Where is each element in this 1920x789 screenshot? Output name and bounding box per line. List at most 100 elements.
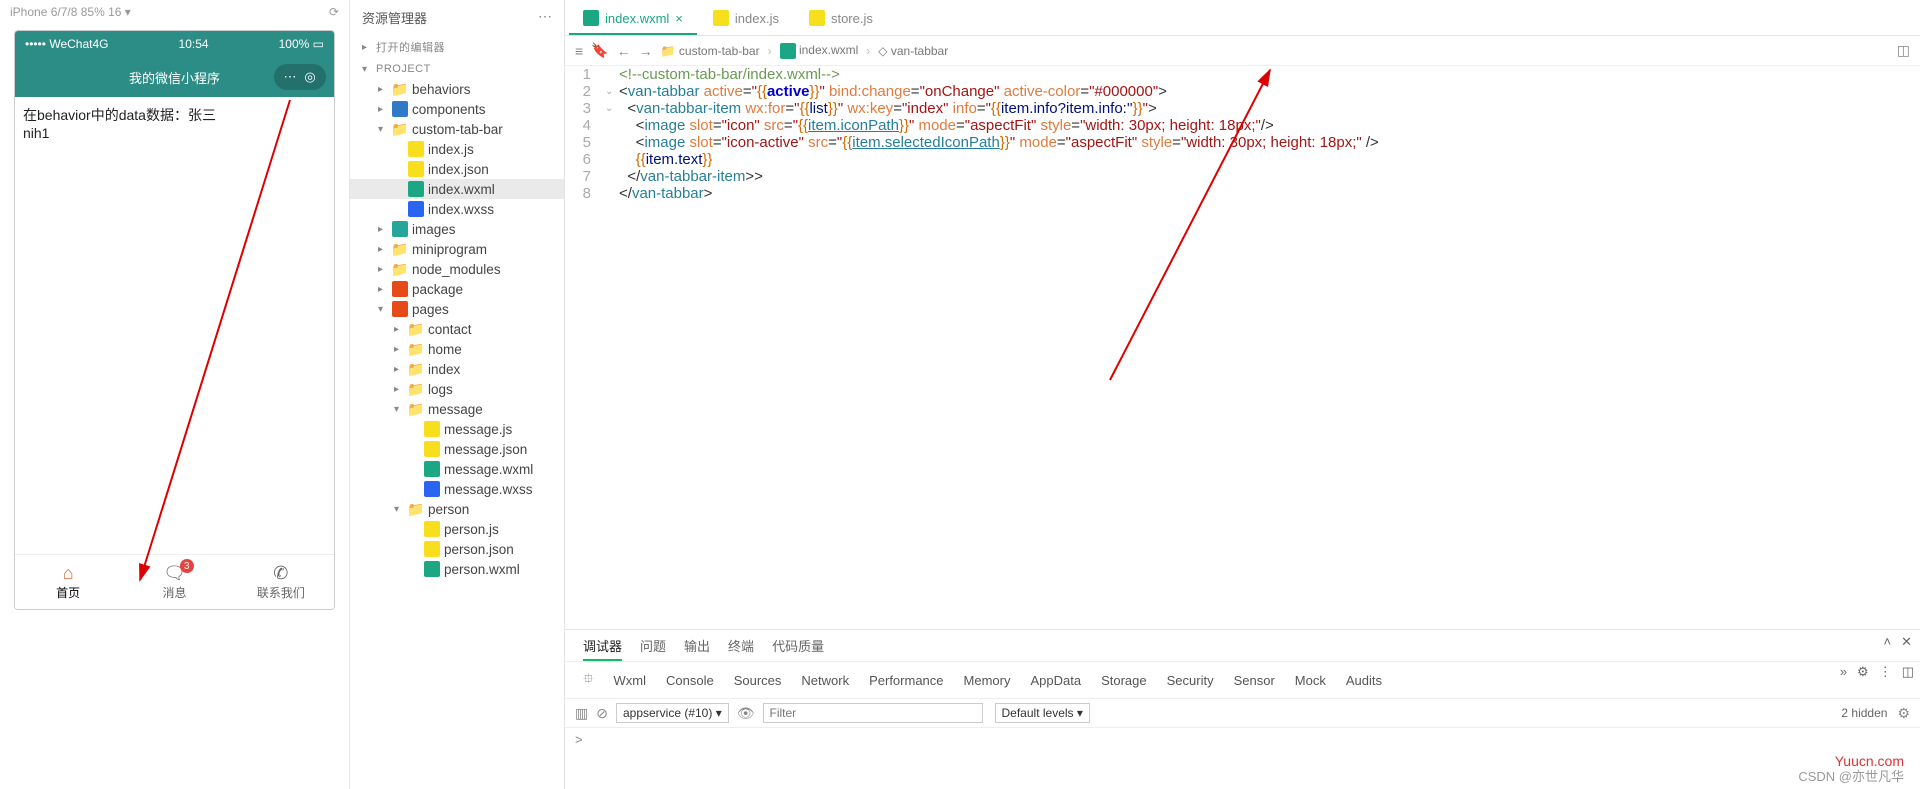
- tab-label: index.js: [735, 11, 779, 26]
- tree-item[interactable]: message.json: [350, 439, 564, 459]
- editor-tab[interactable]: index.js: [699, 3, 793, 35]
- more-vert-icon[interactable]: ⋮: [1879, 664, 1892, 680]
- code-line[interactable]: 5 <image slot="icon-active" src="{{item.…: [565, 134, 1920, 151]
- crumb-symbol[interactable]: ◇ van-tabbar: [878, 44, 948, 58]
- tree-item[interactable]: person.json: [350, 539, 564, 559]
- tree-label: node_modules: [412, 262, 501, 277]
- list-icon[interactable]: ≡: [575, 43, 583, 59]
- devtools-subtab[interactable]: Storage: [1101, 673, 1147, 688]
- bookmark-icon[interactable]: 🔖: [591, 42, 608, 59]
- devtools-tab[interactable]: 输出: [684, 636, 710, 655]
- code-line[interactable]: 3⌄ <van-tabbar-item wx:for="{{list}}" wx…: [565, 100, 1920, 117]
- capsule-buttons[interactable]: ⋯ ◎: [274, 64, 326, 90]
- code-line[interactable]: 7 </van-tabbar-item>>: [565, 168, 1920, 185]
- back-icon[interactable]: ←: [617, 43, 631, 59]
- tab-item[interactable]: ✆联系我们: [228, 555, 334, 609]
- devtools-subtab[interactable]: Sources: [734, 673, 782, 688]
- tree-item[interactable]: index.json: [350, 159, 564, 179]
- inspect-icon[interactable]: ⯐: [583, 668, 594, 692]
- clear-icon[interactable]: ⊘: [596, 705, 608, 722]
- close-tab-icon[interactable]: ×: [675, 11, 683, 26]
- menu-icon[interactable]: ⋯: [280, 67, 300, 87]
- code-line[interactable]: 2⌄<van-tabbar active="{{active}}" bind:c…: [565, 83, 1920, 100]
- devtools-subtab[interactable]: Security: [1167, 673, 1214, 688]
- eye-icon[interactable]: 👁: [737, 705, 755, 722]
- devtools-subtab[interactable]: Wxml: [614, 673, 647, 688]
- sim-tools[interactable]: ⟳: [329, 5, 339, 19]
- devtools-tab[interactable]: 代码质量: [772, 636, 824, 655]
- devtools-subtab[interactable]: Performance: [869, 673, 943, 688]
- explorer-body[interactable]: ▸打开的编辑器 ▾PROJECT ▸📁behaviors▸components▾…: [350, 35, 564, 789]
- project-section[interactable]: ▾PROJECT: [350, 59, 564, 79]
- tree-item[interactable]: person.js: [350, 519, 564, 539]
- code-line[interactable]: 8</van-tabbar>: [565, 185, 1920, 202]
- devtools-tab[interactable]: 调试器: [583, 636, 622, 661]
- tree-item[interactable]: message.js: [350, 419, 564, 439]
- devtools-subtab[interactable]: Memory: [964, 673, 1011, 688]
- editor-tab[interactable]: store.js: [795, 3, 887, 35]
- overflow-icon[interactable]: »: [1840, 664, 1847, 680]
- tree-item[interactable]: index.wxml: [350, 179, 564, 199]
- levels-select[interactable]: Default levels ▾: [995, 703, 1090, 723]
- devtools-subtab[interactable]: Console: [666, 673, 714, 688]
- tree-item[interactable]: person.wxml: [350, 559, 564, 579]
- chevron-up-icon[interactable]: ˄: [1884, 634, 1892, 650]
- context-select[interactable]: appservice (#10) ▾: [616, 703, 729, 723]
- devtools-subtab[interactable]: Audits: [1346, 673, 1382, 688]
- tree-item[interactable]: index.js: [350, 139, 564, 159]
- wxml-icon: [424, 561, 440, 577]
- tree-item[interactable]: ▸components: [350, 99, 564, 119]
- tree-item[interactable]: ▾📁message: [350, 399, 564, 419]
- filter-input[interactable]: [763, 703, 983, 723]
- tree-item[interactable]: ▸package: [350, 279, 564, 299]
- code-line[interactable]: 1<!--custom-tab-bar/index.wxml-->: [565, 66, 1920, 83]
- tab-item[interactable]: ⌂首页: [15, 555, 121, 609]
- tree-item[interactable]: message.wxml: [350, 459, 564, 479]
- tree-label: person.wxml: [444, 562, 520, 577]
- tree-item[interactable]: ▸📁miniprogram: [350, 239, 564, 259]
- open-editors-section[interactable]: ▸打开的编辑器: [350, 35, 564, 59]
- gear-icon[interactable]: ⚙: [1897, 705, 1910, 722]
- dock-icon[interactable]: ◫: [1902, 664, 1914, 680]
- code-line[interactable]: 6 {{item.text}}: [565, 151, 1920, 168]
- folder-icon: 📁: [408, 341, 424, 357]
- devtools-tab[interactable]: 问题: [640, 636, 666, 655]
- tree-item[interactable]: ▸📁contact: [350, 319, 564, 339]
- devtools-subtab[interactable]: Sensor: [1234, 673, 1275, 688]
- close-icon[interactable]: ✕: [1901, 634, 1912, 650]
- target-icon[interactable]: ◎: [300, 67, 320, 87]
- tree-item[interactable]: ▾📁person: [350, 499, 564, 519]
- tree-item[interactable]: ▾pages: [350, 299, 564, 319]
- crumb-folder[interactable]: 📁 custom-tab-bar: [661, 44, 760, 58]
- console-body[interactable]: > Yuucn.com CSDN @亦世凡华: [565, 728, 1920, 789]
- play-icon[interactable]: ▥: [575, 705, 588, 722]
- tree-item[interactable]: ▸📁home: [350, 339, 564, 359]
- devtools-window-controls[interactable]: ˄ ✕: [1884, 634, 1913, 650]
- tree-item[interactable]: index.wxss: [350, 199, 564, 219]
- devtools-subtab[interactable]: Network: [801, 673, 849, 688]
- tree-item[interactable]: ▸📁behaviors: [350, 79, 564, 99]
- split-icon[interactable]: ◫: [1897, 42, 1910, 59]
- devtools-subtab[interactable]: AppData: [1030, 673, 1081, 688]
- explorer-header: 资源管理器 ⋯: [350, 0, 564, 35]
- tree-item[interactable]: ▸📁logs: [350, 379, 564, 399]
- tree-item[interactable]: message.wxss: [350, 479, 564, 499]
- battery-label: 100% ▭: [279, 37, 324, 51]
- devtools-tab[interactable]: 终端: [728, 636, 754, 655]
- settings-icon[interactable]: ⚙: [1857, 664, 1869, 680]
- forward-icon[interactable]: →: [639, 43, 653, 59]
- breadcrumb[interactable]: ≡ 🔖 ← → 📁 custom-tab-bar› index.wxml› ◇ …: [565, 36, 1920, 66]
- more-icon[interactable]: ⋯: [538, 8, 552, 27]
- tree-item[interactable]: ▸images: [350, 219, 564, 239]
- devtools-extra-icons[interactable]: » ⚙ ⋮ ◫: [1840, 664, 1914, 680]
- crumb-file[interactable]: index.wxml: [780, 43, 859, 59]
- code-line[interactable]: 4 <image slot="icon" src="{{item.iconPat…: [565, 117, 1920, 134]
- editor-tab[interactable]: index.wxml ×: [569, 3, 697, 35]
- devtools-subtab[interactable]: Mock: [1295, 673, 1326, 688]
- tree-item[interactable]: ▸📁index: [350, 359, 564, 379]
- tree-item[interactable]: ▾📁custom-tab-bar: [350, 119, 564, 139]
- code-editor[interactable]: 1<!--custom-tab-bar/index.wxml-->2⌄<van-…: [565, 66, 1920, 629]
- tree-item[interactable]: ▸📁node_modules: [350, 259, 564, 279]
- hidden-count[interactable]: 2 hidden: [1841, 706, 1887, 720]
- tab-item[interactable]: 🗨消息3: [121, 555, 227, 609]
